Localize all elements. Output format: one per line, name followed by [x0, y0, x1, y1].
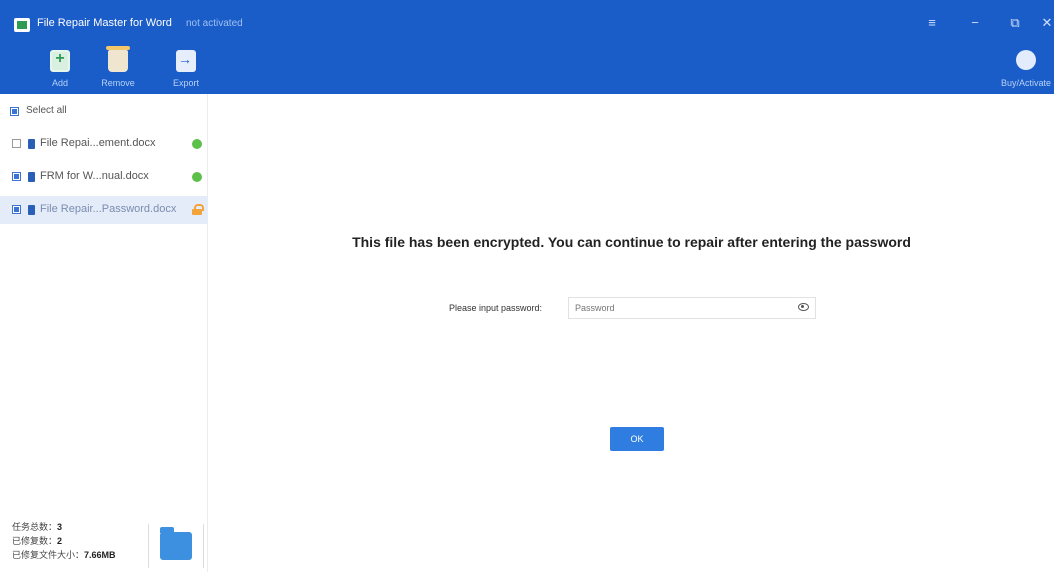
- repaired-size-label: 已修复文件大小：: [12, 550, 85, 560]
- repaired-count-label: 已修复数：: [12, 536, 58, 546]
- word-doc-icon: [28, 139, 35, 149]
- app-logo-icon: [14, 18, 30, 32]
- file-list-item[interactable]: FRM for W...nual.docx: [0, 163, 208, 191]
- lock-icon: [192, 204, 204, 215]
- repaired-count-value: 2: [57, 536, 63, 546]
- trash-icon: [106, 46, 130, 72]
- select-all-checkbox[interactable]: [10, 107, 19, 116]
- buy-activate-label: Buy/Activate: [1000, 78, 1052, 88]
- file-sidebar: Select all File Repai...ement.docx FRM f…: [0, 94, 208, 572]
- close-icon[interactable]: ✕: [1040, 12, 1054, 34]
- status-ok-icon: [192, 139, 202, 149]
- buy-activate-button[interactable]: Buy/Activate: [1001, 50, 1054, 92]
- header-bar: File Repair Master for Word not activate…: [0, 0, 1054, 94]
- minimize-icon[interactable]: −: [964, 12, 986, 34]
- select-all-row[interactable]: Select all: [0, 98, 208, 126]
- cart-icon: [1016, 50, 1036, 70]
- maximize-icon[interactable]: ⧉: [1004, 12, 1026, 34]
- menu-icon[interactable]: ≡: [921, 12, 943, 34]
- file-name: File Repai...ement.docx: [40, 137, 156, 149]
- app-title: File Repair Master for Word: [37, 17, 172, 29]
- repaired-size-value: 7.66MB: [84, 550, 116, 560]
- add-file-icon: [50, 50, 70, 72]
- remove-label: Remove: [101, 78, 135, 88]
- file-list-item[interactable]: File Repair...Password.docx: [0, 196, 208, 224]
- word-doc-icon: [28, 172, 35, 182]
- export-label: Export: [172, 78, 199, 88]
- password-label: Please input password:: [449, 303, 543, 313]
- main-panel: This file has been encrypted. You can co…: [209, 94, 1054, 572]
- open-folder-icon[interactable]: [160, 527, 192, 560]
- remove-button[interactable]: Remove: [96, 46, 140, 92]
- file-name: File Repair...Password.docx: [40, 203, 177, 215]
- ok-button[interactable]: OK: [610, 427, 664, 451]
- select-all-label: Select all: [26, 105, 67, 116]
- file-name: FRM for W...nual.docx: [40, 170, 149, 182]
- title-bar: File Repair Master for Word not activate…: [0, 0, 1054, 44]
- password-input[interactable]: [568, 297, 816, 319]
- eye-icon[interactable]: [798, 303, 809, 311]
- word-doc-icon: [28, 205, 35, 215]
- file-list-item[interactable]: File Repai...ement.docx: [0, 130, 208, 158]
- add-label: Add: [51, 78, 68, 88]
- file-checkbox[interactable]: [12, 205, 21, 214]
- file-checkbox[interactable]: [12, 172, 21, 181]
- encryption-message: This file has been encrypted. You can co…: [352, 234, 911, 250]
- export-icon: [176, 50, 196, 72]
- file-checkbox[interactable]: [12, 139, 21, 148]
- activation-status: not activated: [186, 18, 243, 29]
- total-tasks-value: 3: [57, 522, 63, 532]
- export-button[interactable]: Export: [164, 50, 208, 92]
- add-button[interactable]: Add: [38, 50, 82, 92]
- status-ok-icon: [192, 172, 202, 182]
- task-stats: 任务总数：3 已修复数：2 已修复文件大小：7.66MB: [12, 520, 116, 562]
- total-tasks-label: 任务总数：: [12, 522, 58, 532]
